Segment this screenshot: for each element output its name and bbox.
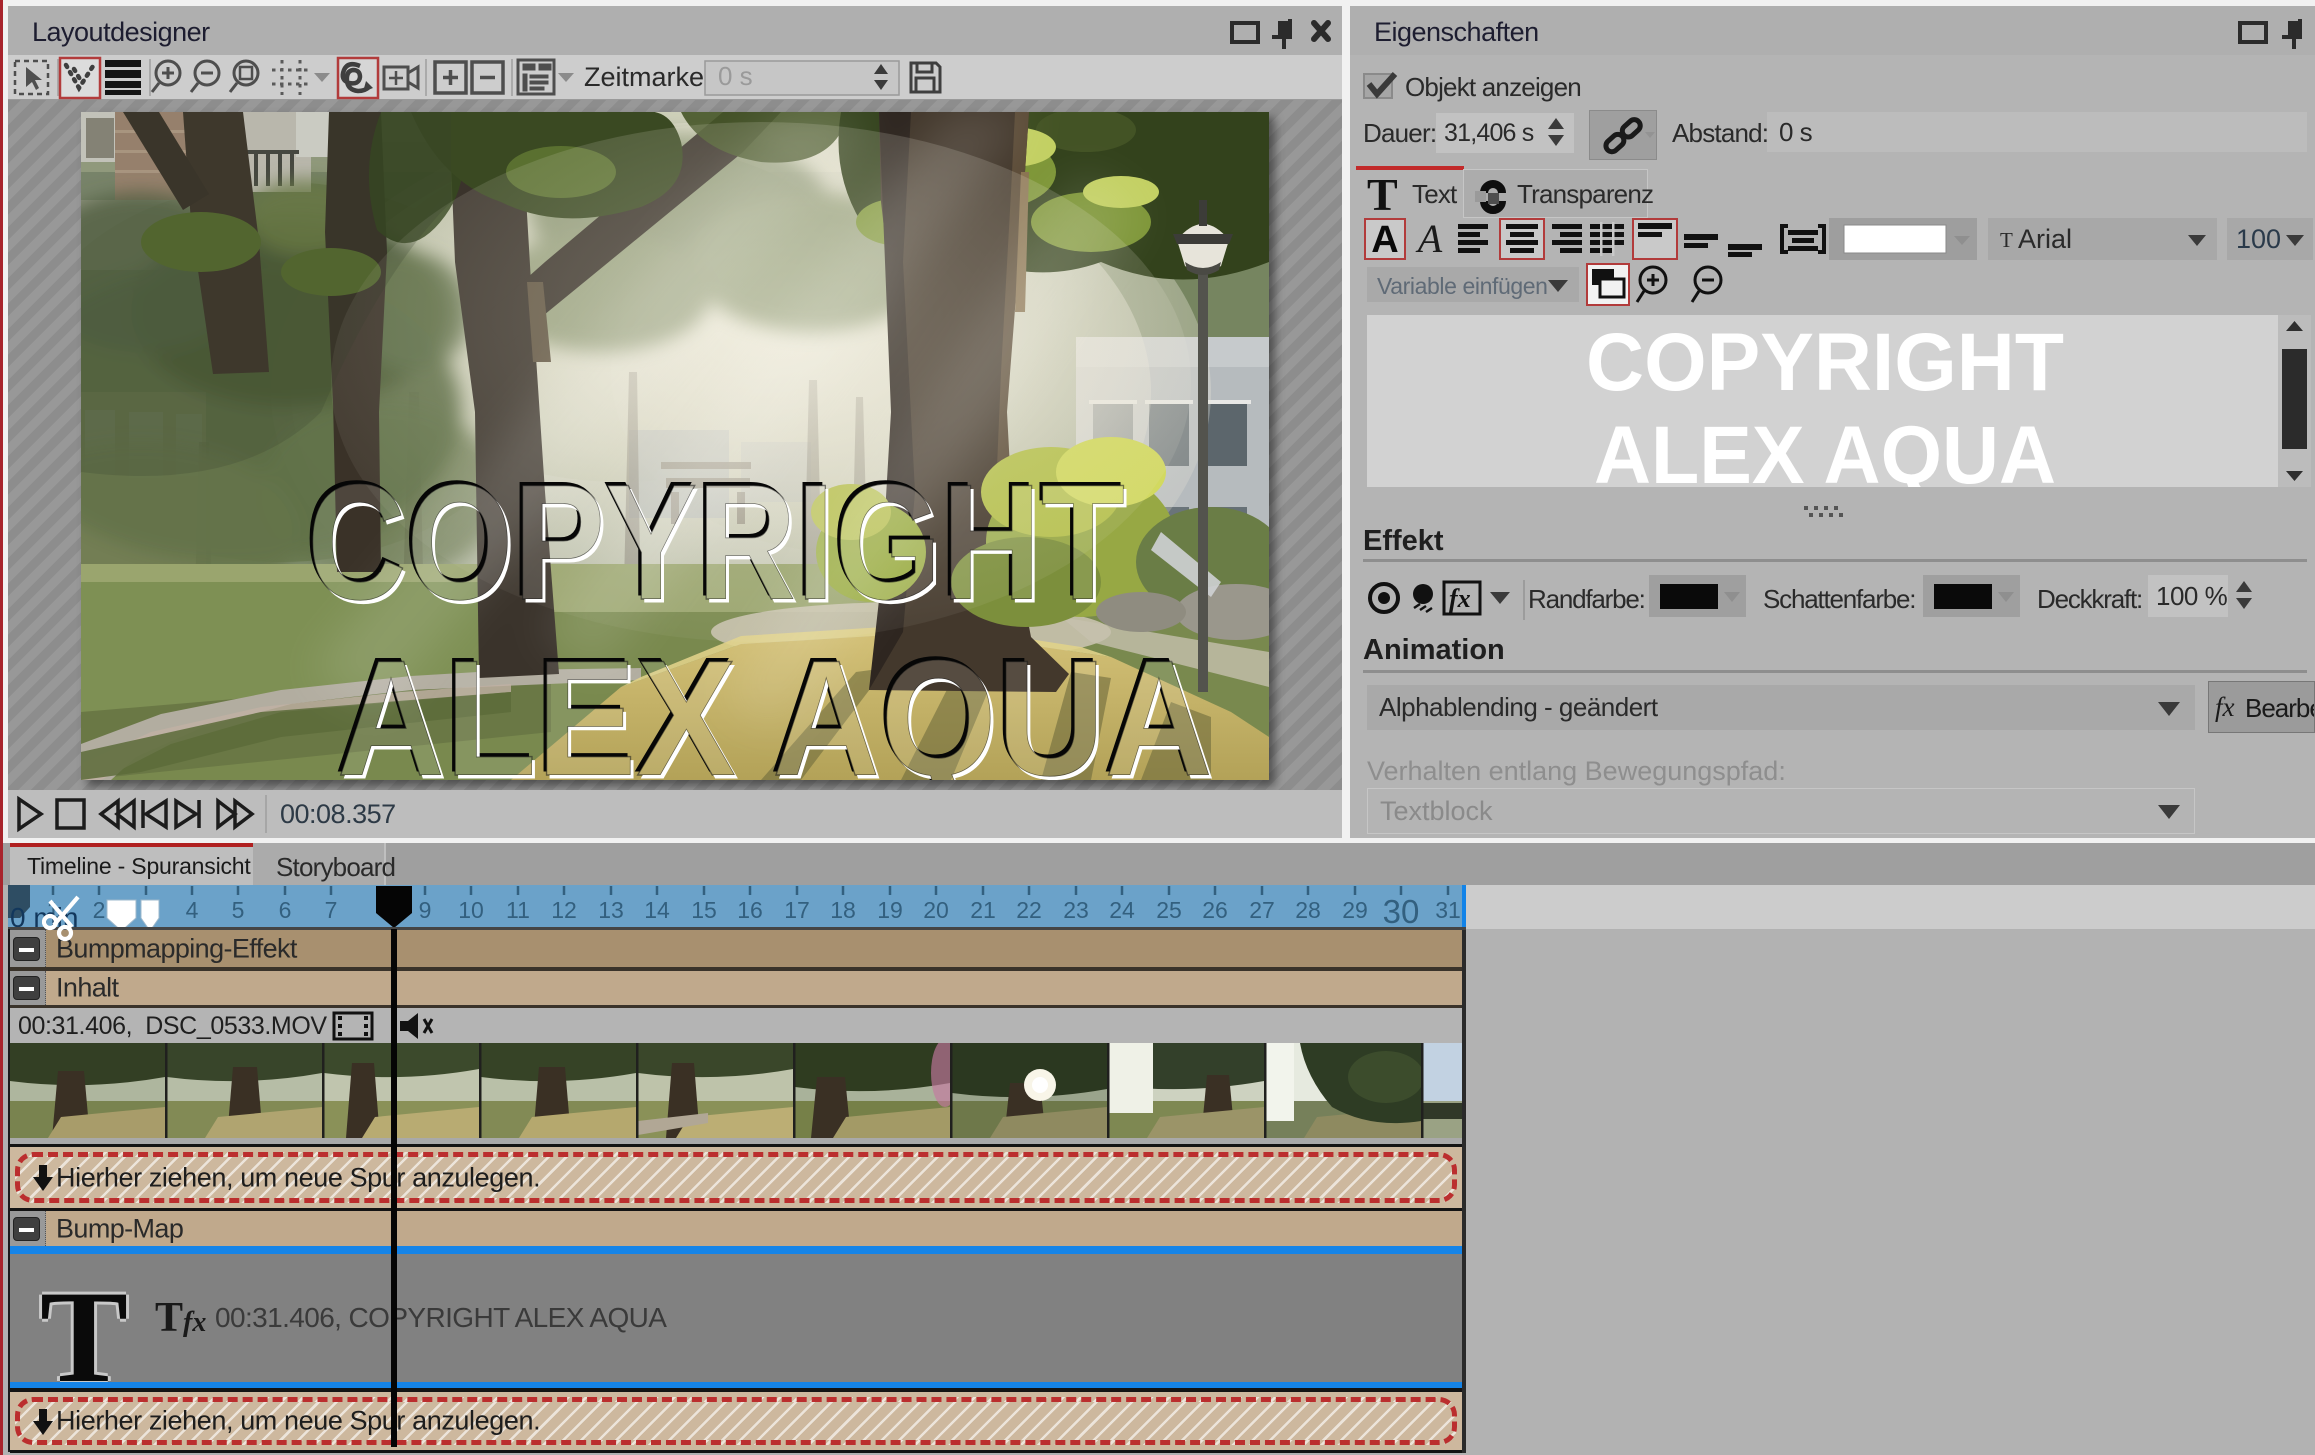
svg-text:ALEX AQUA: ALEX AQUA [1594, 410, 2056, 487]
svg-text:13: 13 [598, 897, 624, 923]
svg-text:Zeitmarke:: Zeitmarke: [584, 62, 712, 92]
svg-text:25: 25 [1156, 897, 1182, 923]
svg-text:16: 16 [737, 897, 763, 923]
svg-text:12: 12 [551, 897, 577, 923]
svg-text:4: 4 [186, 897, 199, 923]
svg-text:21: 21 [970, 897, 996, 923]
svg-text:7: 7 [325, 897, 338, 923]
svg-text:15: 15 [691, 897, 717, 923]
svg-text:COPYRIGHT: COPYRIGHT [310, 454, 1128, 638]
svg-text:00:08.357: 00:08.357 [280, 799, 396, 829]
svg-text:31: 31 [1435, 897, 1461, 923]
svg-text:14: 14 [644, 897, 670, 923]
svg-text:18: 18 [830, 897, 856, 923]
svg-text:24: 24 [1109, 897, 1135, 923]
svg-text:100: 100 [2236, 224, 2281, 254]
svg-text:fx: fx [1449, 584, 1471, 613]
svg-text:5: 5 [232, 897, 245, 923]
svg-text:23: 23 [1063, 897, 1089, 923]
svg-text:T: T [2000, 228, 2013, 252]
svg-text:30: 30 [1383, 893, 1420, 929]
svg-text:9: 9 [419, 897, 432, 923]
svg-text:17: 17 [784, 897, 810, 923]
svg-text:6: 6 [279, 897, 292, 923]
svg-text:Arial: Arial [2018, 224, 2072, 254]
svg-text:0 s: 0 s [718, 61, 753, 91]
svg-text:28: 28 [1295, 897, 1321, 923]
svg-text:29: 29 [1342, 897, 1368, 923]
svg-text:26: 26 [1202, 897, 1228, 923]
svg-text:COPYRIGHT: COPYRIGHT [1586, 317, 2064, 408]
svg-text:27: 27 [1249, 897, 1275, 923]
svg-text:11: 11 [506, 897, 530, 923]
svg-text:10: 10 [458, 897, 484, 923]
svg-text:20: 20 [923, 897, 949, 923]
svg-text:22: 22 [1016, 897, 1042, 923]
svg-text:ALEX AQUA: ALEX AQUA [340, 630, 1216, 781]
svg-text:19: 19 [877, 897, 903, 923]
